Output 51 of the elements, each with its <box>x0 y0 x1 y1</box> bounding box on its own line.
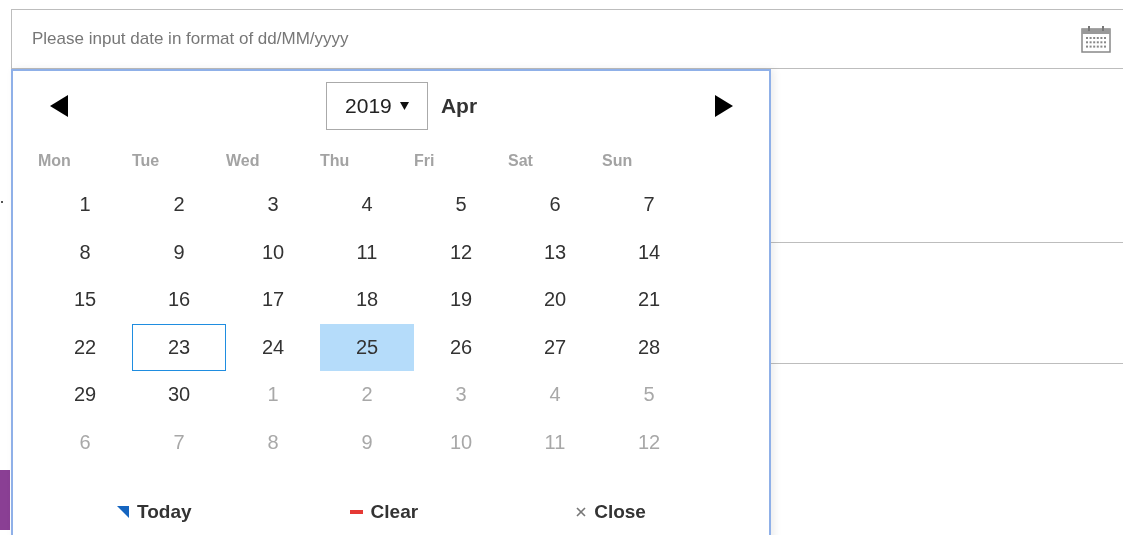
weekday-label: Tue <box>132 151 161 171</box>
right-arrow-icon <box>715 95 733 117</box>
side-panel-edge <box>0 470 10 530</box>
day-cell[interactable]: 16 <box>132 276 226 324</box>
day-cell[interactable]: 19 <box>414 276 508 324</box>
day-cell[interactable]: 1 <box>38 181 132 229</box>
day-cell[interactable]: 26 <box>414 323 508 371</box>
caret-icon <box>399 102 409 110</box>
day-cell[interactable]: 12 <box>414 228 508 276</box>
day-cell[interactable]: 11 <box>320 228 414 276</box>
day-cell[interactable]: 14 <box>602 228 696 276</box>
day-cell[interactable]: 22 <box>38 323 132 371</box>
year-select[interactable]: 2019 <box>325 82 428 130</box>
day-cell[interactable]: 23 <box>132 323 226 371</box>
minus-icon <box>349 510 363 514</box>
weekday-label: Mon <box>38 151 72 171</box>
weekday-label: Sun <box>602 151 634 171</box>
day-cell[interactable]: 30 <box>132 371 226 419</box>
weekday-label: Fri <box>414 151 436 171</box>
day-cell[interactable]: 3 <box>226 181 320 229</box>
day-cell[interactable]: 6 <box>508 181 602 229</box>
close-button[interactable]: Close <box>574 499 648 525</box>
day-cell[interactable]: 4 <box>320 181 414 229</box>
day-cell[interactable]: 5 <box>414 181 508 229</box>
day-cell[interactable]: 25 <box>320 323 414 371</box>
weekday-label: Wed <box>226 151 261 171</box>
day-cell[interactable]: 20 <box>508 276 602 324</box>
left-arrow-icon <box>50 95 68 117</box>
weekday-label: Sat <box>508 151 534 171</box>
day-cell[interactable]: 17 <box>226 276 320 324</box>
day-cell[interactable]: 13 <box>508 228 602 276</box>
date-field[interactable]: Please input date in format of dd/MM/yyyy <box>11 9 1123 69</box>
today-button[interactable]: Today <box>115 499 194 525</box>
triangle-icon <box>117 506 129 518</box>
day-cell[interactable]: 8 <box>38 228 132 276</box>
close-icon <box>576 507 587 517</box>
day-cell[interactable]: 18 <box>320 276 414 324</box>
day-cell[interactable]: 28 <box>602 323 696 371</box>
weekday-label: Thu <box>320 151 351 171</box>
day-cell[interactable]: 29 <box>38 371 132 419</box>
day-cell[interactable]: 2 <box>132 181 226 229</box>
day-cell[interactable]: 15 <box>38 276 132 324</box>
day-cell[interactable]: 27 <box>508 323 602 371</box>
day-cell[interactable]: 9 <box>132 228 226 276</box>
day-cell[interactable]: 7 <box>602 181 696 229</box>
calendar-icon[interactable] <box>1081 25 1111 53</box>
day-cell[interactable]: 21 <box>602 276 696 324</box>
month-label: Apr <box>440 94 478 118</box>
clear-button[interactable]: Clear <box>347 499 421 525</box>
day-cell[interactable]: 24 <box>226 323 320 371</box>
day-cell[interactable]: 10 <box>226 228 320 276</box>
